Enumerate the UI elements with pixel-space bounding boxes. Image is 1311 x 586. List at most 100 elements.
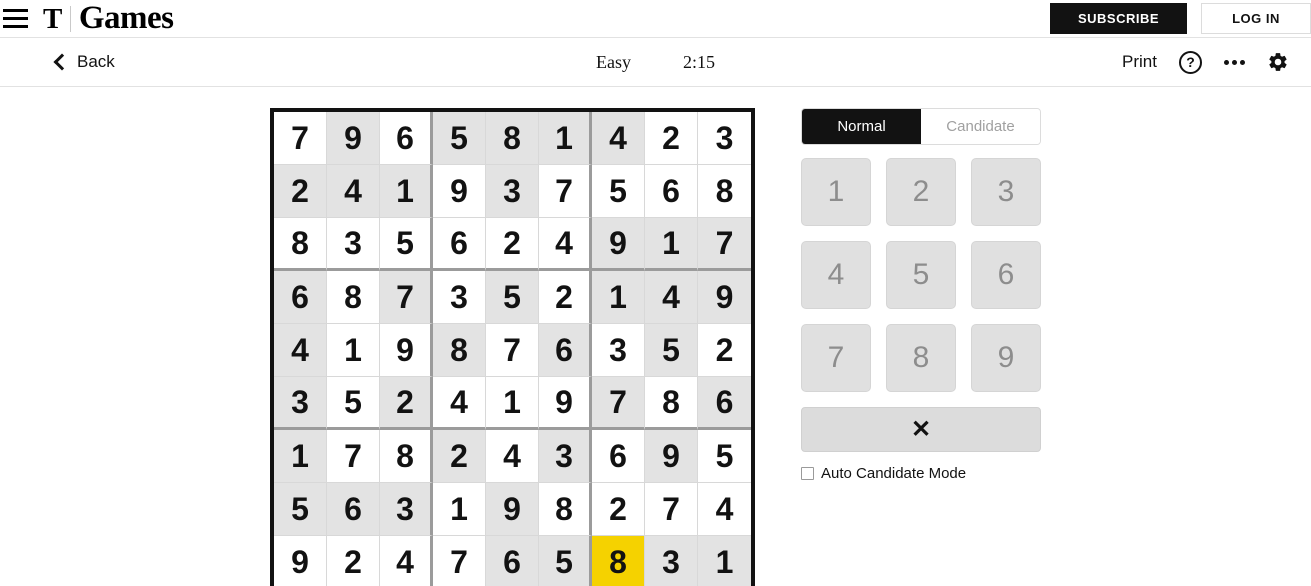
sudoku-cell-r1c3[interactable]: 6 (380, 112, 433, 165)
sudoku-cell-r7c7[interactable]: 6 (592, 430, 645, 483)
help-button[interactable]: ? (1179, 50, 1202, 74)
sudoku-cell-r6c1[interactable]: 3 (274, 377, 327, 430)
sudoku-cell-r1c6[interactable]: 1 (539, 112, 592, 165)
sudoku-cell-r5c9[interactable]: 2 (698, 324, 751, 377)
sudoku-cell-r1c7[interactable]: 4 (592, 112, 645, 165)
sudoku-cell-r3c4[interactable]: 6 (433, 218, 486, 271)
sudoku-cell-r7c5[interactable]: 4 (486, 430, 539, 483)
sudoku-cell-r4c5[interactable]: 5 (486, 271, 539, 324)
sudoku-cell-r4c6[interactable]: 2 (539, 271, 592, 324)
sudoku-cell-r8c1[interactable]: 5 (274, 483, 327, 536)
number-button-3[interactable]: 3 (971, 158, 1041, 226)
sudoku-cell-r3c2[interactable]: 3 (327, 218, 380, 271)
erase-button[interactable]: ✕ (801, 407, 1041, 452)
sudoku-cell-r5c2[interactable]: 1 (327, 324, 380, 377)
sudoku-cell-r8c7[interactable]: 2 (592, 483, 645, 536)
print-button[interactable]: Print (1122, 52, 1157, 72)
sudoku-cell-r8c2[interactable]: 6 (327, 483, 380, 536)
sudoku-cell-r3c3[interactable]: 5 (380, 218, 433, 271)
number-pad[interactable]: 123 456 789 (801, 158, 1041, 392)
number-button-9[interactable]: 9 (971, 324, 1041, 392)
sudoku-cell-r2c6[interactable]: 7 (539, 165, 592, 218)
sudoku-cell-r3c5[interactable]: 2 (486, 218, 539, 271)
sudoku-cell-r3c8[interactable]: 1 (645, 218, 698, 271)
sudoku-cell-r3c6[interactable]: 4 (539, 218, 592, 271)
sudoku-cell-r9c5[interactable]: 6 (486, 536, 539, 586)
sudoku-cell-r3c9[interactable]: 7 (698, 218, 751, 271)
number-button-5[interactable]: 5 (886, 241, 956, 309)
sudoku-cell-r3c7[interactable]: 9 (592, 218, 645, 271)
sudoku-cell-r8c9[interactable]: 4 (698, 483, 751, 536)
auto-candidate-row[interactable]: Auto Candidate Mode (801, 465, 1041, 482)
back-button[interactable]: Back (53, 52, 115, 72)
sudoku-cell-r5c5[interactable]: 7 (486, 324, 539, 377)
sudoku-cell-r2c1[interactable]: 2 (274, 165, 327, 218)
sudoku-cell-r6c5[interactable]: 1 (486, 377, 539, 430)
number-button-7[interactable]: 7 (801, 324, 871, 392)
number-button-2[interactable]: 2 (886, 158, 956, 226)
sudoku-cell-r7c6[interactable]: 3 (539, 430, 592, 483)
mode-tab-candidate[interactable]: Candidate (921, 109, 1040, 144)
sudoku-cell-r2c9[interactable]: 8 (698, 165, 751, 218)
sudoku-cell-r2c8[interactable]: 6 (645, 165, 698, 218)
sudoku-cell-r6c7[interactable]: 7 (592, 377, 645, 430)
sudoku-cell-r5c3[interactable]: 9 (380, 324, 433, 377)
sudoku-cell-r9c6[interactable]: 5 (539, 536, 592, 586)
hamburger-menu-icon[interactable] (3, 9, 29, 28)
sudoku-cell-r9c3[interactable]: 4 (380, 536, 433, 586)
sudoku-cell-r1c9[interactable]: 3 (698, 112, 751, 165)
sudoku-cell-r4c8[interactable]: 4 (645, 271, 698, 324)
mode-tab-normal[interactable]: Normal (802, 109, 921, 144)
sudoku-cell-r6c6[interactable]: 9 (539, 377, 592, 430)
sudoku-cell-r7c9[interactable]: 5 (698, 430, 751, 483)
sudoku-board[interactable]: 7965814232419375688356249176873521494198… (270, 108, 755, 586)
sudoku-cell-r4c3[interactable]: 7 (380, 271, 433, 324)
mode-toggle[interactable]: Normal Candidate (801, 108, 1041, 145)
sudoku-cell-r6c9[interactable]: 6 (698, 377, 751, 430)
sudoku-cell-r6c8[interactable]: 8 (645, 377, 698, 430)
sudoku-cell-r9c8[interactable]: 3 (645, 536, 698, 586)
settings-button[interactable] (1267, 51, 1289, 73)
sudoku-cell-r7c8[interactable]: 9 (645, 430, 698, 483)
sudoku-cell-r9c9[interactable]: 1 (698, 536, 751, 586)
login-button[interactable]: LOG IN (1201, 3, 1311, 34)
sudoku-cell-r2c7[interactable]: 5 (592, 165, 645, 218)
number-button-6[interactable]: 6 (971, 241, 1041, 309)
sudoku-cell-r3c1[interactable]: 8 (274, 218, 327, 271)
sudoku-cell-r1c2[interactable]: 9 (327, 112, 380, 165)
sudoku-cell-r9c4[interactable]: 7 (433, 536, 486, 586)
auto-candidate-checkbox[interactable] (801, 467, 814, 480)
sudoku-cell-r4c9[interactable]: 9 (698, 271, 751, 324)
sudoku-cell-r9c7[interactable]: 8 (592, 536, 645, 586)
sudoku-cell-r2c2[interactable]: 4 (327, 165, 380, 218)
subscribe-button[interactable]: SUBSCRIBE (1050, 3, 1187, 34)
sudoku-cell-r8c3[interactable]: 3 (380, 483, 433, 536)
sudoku-cell-r1c1[interactable]: 7 (274, 112, 327, 165)
sudoku-cell-r1c8[interactable]: 2 (645, 112, 698, 165)
sudoku-cell-r5c8[interactable]: 5 (645, 324, 698, 377)
number-button-1[interactable]: 1 (801, 158, 871, 226)
sudoku-cell-r2c4[interactable]: 9 (433, 165, 486, 218)
sudoku-cell-r2c5[interactable]: 3 (486, 165, 539, 218)
sudoku-cell-r7c1[interactable]: 1 (274, 430, 327, 483)
sudoku-cell-r7c3[interactable]: 8 (380, 430, 433, 483)
sudoku-cell-r4c7[interactable]: 1 (592, 271, 645, 324)
number-button-4[interactable]: 4 (801, 241, 871, 309)
sudoku-cell-r5c1[interactable]: 4 (274, 324, 327, 377)
sudoku-cell-r4c4[interactable]: 3 (433, 271, 486, 324)
nyt-games-brand[interactable]: T Games (43, 2, 174, 35)
sudoku-cell-r2c3[interactable]: 1 (380, 165, 433, 218)
sudoku-cell-r1c4[interactable]: 5 (433, 112, 486, 165)
sudoku-cell-r7c2[interactable]: 7 (327, 430, 380, 483)
sudoku-cell-r6c3[interactable]: 2 (380, 377, 433, 430)
sudoku-cell-r8c4[interactable]: 1 (433, 483, 486, 536)
sudoku-cell-r8c5[interactable]: 9 (486, 483, 539, 536)
sudoku-cell-r6c4[interactable]: 4 (433, 377, 486, 430)
sudoku-cell-r5c6[interactable]: 6 (539, 324, 592, 377)
sudoku-cell-r1c5[interactable]: 8 (486, 112, 539, 165)
sudoku-cell-r8c6[interactable]: 8 (539, 483, 592, 536)
sudoku-cell-r4c1[interactable]: 6 (274, 271, 327, 324)
sudoku-cell-r4c2[interactable]: 8 (327, 271, 380, 324)
sudoku-cell-r5c7[interactable]: 3 (592, 324, 645, 377)
number-button-8[interactable]: 8 (886, 324, 956, 392)
